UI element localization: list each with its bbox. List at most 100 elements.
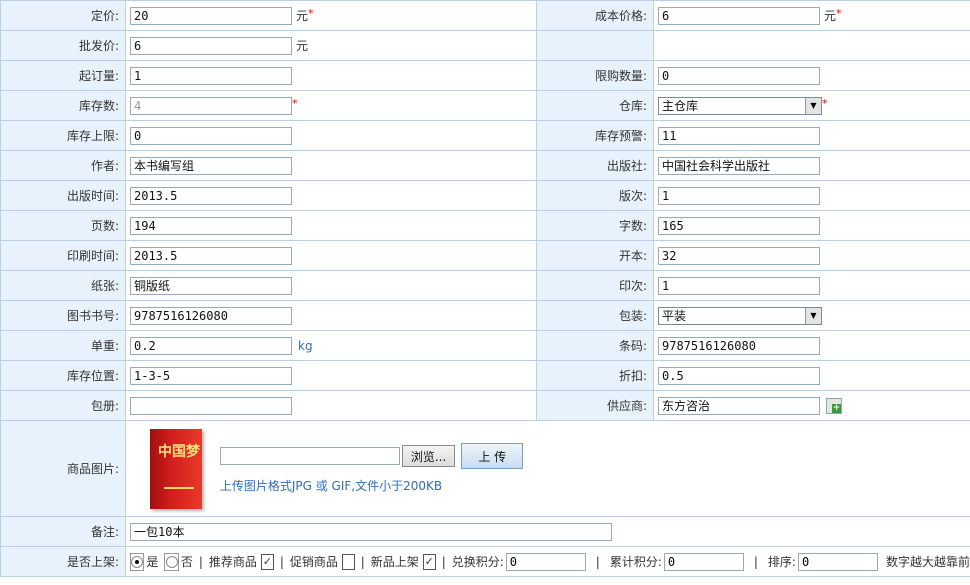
- select-dropdown[interactable]: 主仓库 ▼: [658, 96, 822, 115]
- form-row: 印刷时间: 开本:: [0, 240, 970, 271]
- field-label: 出版社:: [536, 150, 654, 181]
- field-label: 版次:: [536, 180, 654, 211]
- field-label: 包装:: [536, 300, 654, 331]
- form-row: 库存位置: 折扣:: [0, 360, 970, 391]
- accum-points-label: 累计积分:: [609, 555, 662, 569]
- form-row: 单重: kg 条码:: [0, 330, 970, 361]
- file-path-input[interactable]: [219, 447, 400, 465]
- form-row: 作者: 出版社:: [0, 150, 970, 181]
- listing-no-radio[interactable]: [164, 552, 179, 571]
- form-row: 包册: 供应商: +: [0, 390, 970, 421]
- text-input[interactable]: [130, 36, 292, 55]
- text-input[interactable]: [130, 306, 292, 325]
- field-label: 字数:: [536, 210, 654, 241]
- text-input[interactable]: [130, 186, 292, 205]
- select-dropdown[interactable]: 平装 ▼: [658, 306, 822, 325]
- field-label: 包册:: [0, 390, 126, 421]
- field-label: 供应商:: [536, 390, 654, 421]
- promo-checkbox[interactable]: [341, 553, 355, 570]
- field-value-cell: [653, 30, 970, 61]
- field-label: 作者:: [0, 150, 126, 181]
- listing-no-label: 否: [180, 555, 193, 569]
- field-label: 开本:: [536, 240, 654, 271]
- add-supplier-icon[interactable]: +: [826, 397, 842, 414]
- new-checkbox[interactable]: ✓: [422, 553, 436, 570]
- field-label: 库存数:: [0, 90, 126, 121]
- field-label: 定价:: [0, 0, 126, 31]
- book-title-text: 中国梦: [158, 443, 200, 460]
- text-input[interactable]: [658, 366, 820, 385]
- field-value-cell: [125, 240, 537, 271]
- text-input[interactable]: [130, 396, 292, 415]
- sort-label: 排序:: [767, 555, 796, 569]
- field-value-cell: [125, 180, 537, 211]
- text-input[interactable]: [130, 276, 292, 295]
- text-input[interactable]: [658, 156, 820, 175]
- text-input[interactable]: [658, 6, 820, 25]
- listing-yes-label: 是: [146, 555, 159, 569]
- text-input[interactable]: [658, 186, 820, 205]
- field-value-cell: 元*: [653, 0, 970, 31]
- image-cell: 中国梦 浏览... 上 传 上传图片格式JPG 或 GIF,文件小于200KB: [125, 420, 970, 517]
- sort-hint: 数字越大越靠前: [885, 555, 970, 569]
- field-value-cell: [653, 60, 970, 91]
- required-asterisk: *: [292, 96, 298, 110]
- field-value-cell: [125, 300, 537, 331]
- text-input[interactable]: [130, 216, 292, 235]
- field-value-cell: 元*: [125, 0, 537, 31]
- form-row: 定价:元*成本价格:元*: [0, 0, 970, 31]
- field-label: 单重:: [0, 330, 126, 361]
- accum-points-input[interactable]: [663, 552, 744, 571]
- field-value-cell: +: [653, 390, 970, 421]
- field-label: 库存位置:: [0, 360, 126, 391]
- field-label: 印刷时间:: [0, 240, 126, 271]
- text-input[interactable]: [658, 66, 820, 85]
- text-input[interactable]: [130, 126, 292, 145]
- text-input[interactable]: [658, 276, 820, 295]
- select-value: 主仓库: [662, 99, 699, 113]
- field-label: 库存预警:: [536, 120, 654, 151]
- field-label: 库存上限:: [0, 120, 126, 151]
- text-input[interactable]: [658, 126, 820, 145]
- text-input[interactable]: [130, 66, 292, 85]
- field-value-cell: 主仓库 ▼ *: [653, 90, 970, 121]
- field-value-cell: [653, 150, 970, 181]
- text-input[interactable]: [130, 156, 292, 175]
- text-input[interactable]: [130, 246, 292, 265]
- sort-input[interactable]: [797, 552, 878, 571]
- note-input[interactable]: [130, 522, 612, 541]
- field-value-cell: *: [125, 90, 537, 121]
- browse-button[interactable]: 浏览...: [401, 445, 456, 467]
- field-value-cell: kg: [125, 330, 537, 361]
- upload-button[interactable]: 上 传: [461, 443, 524, 469]
- listing-label: 是否上架:: [0, 546, 126, 577]
- upload-hint: 上传图片格式JPG 或 GIF,文件小于200KB: [219, 479, 443, 493]
- text-input[interactable]: [658, 396, 820, 415]
- chevron-down-icon[interactable]: ▼: [805, 307, 821, 324]
- unit-label: 元: [296, 9, 309, 23]
- exchange-points-input[interactable]: [505, 552, 586, 571]
- text-input[interactable]: [658, 336, 820, 355]
- field-value-cell: [653, 120, 970, 151]
- text-input[interactable]: [658, 246, 820, 265]
- form-row: 图书书号: 包装: 平装 ▼: [0, 300, 970, 331]
- select-value: 平装: [662, 309, 687, 323]
- chevron-down-icon[interactable]: ▼: [805, 97, 821, 114]
- text-input[interactable]: [130, 336, 292, 355]
- text-input[interactable]: [130, 6, 292, 25]
- listing-yes-radio[interactable]: [130, 552, 145, 571]
- field-value-cell: [653, 210, 970, 241]
- recommend-checkbox[interactable]: ✓: [260, 553, 274, 570]
- field-value-cell: [653, 360, 970, 391]
- text-input[interactable]: [130, 366, 292, 385]
- field-value-cell: [125, 120, 537, 151]
- text-input[interactable]: [658, 216, 820, 235]
- text-input[interactable]: [130, 96, 292, 115]
- required-asterisk: *: [308, 6, 314, 20]
- field-label: 条码:: [536, 330, 654, 361]
- required-asterisk: *: [836, 6, 842, 20]
- field-value-cell: 元: [125, 30, 537, 61]
- image-label: 商品图片:: [0, 420, 126, 517]
- required-asterisk: *: [822, 96, 828, 110]
- book-decoration: [164, 486, 194, 489]
